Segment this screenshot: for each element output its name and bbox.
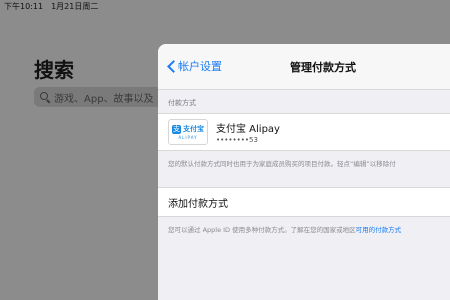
page-title: 管理付款方式 [290, 61, 356, 74]
alipay-icon: 支 支付宝 ALIPAY [168, 119, 208, 145]
search-placeholder: 游戏、App、故事以及 [54, 93, 154, 105]
add-payment-method-button[interactable]: 添加付款方式 [158, 187, 450, 217]
alipay-icon-text: 支付宝 [183, 125, 204, 133]
manage-payment-sheet: 帐户设置 管理付款方式 付款方式 支 支付宝 ALIPAY 支付宝 Alipay… [158, 44, 450, 300]
payment-method-row[interactable]: 支 支付宝 ALIPAY 支付宝 Alipay ••••••••53 [158, 113, 450, 151]
status-date: 1月21日周二 [51, 1, 99, 11]
section-header: 付款方式 [168, 99, 196, 107]
nav-bar: 帐户设置 管理付款方式 [158, 44, 450, 90]
alipay-icon-en: ALIPAY [178, 135, 198, 140]
alipay-mark: 支 [172, 124, 181, 134]
available-payment-methods-link[interactable]: 可用的付款方式 [356, 226, 402, 234]
payment-options-note-text: 您可以通过 Apple ID 使用多种付款方式。了解在您的国家或地区 [168, 226, 356, 234]
status-bar: 下午10:11 1月21日周二 [4, 0, 98, 12]
status-time: 下午10:11 [4, 1, 44, 11]
payment-name: 支付宝 Alipay [216, 124, 280, 135]
default-payment-note: 您的默认付款方式同时也用于为家庭成员购买的项目付款。轻点“编辑”以移除付 [168, 160, 396, 168]
add-payment-label: 添加付款方式 [168, 198, 228, 210]
background-search-field: 游戏、App、故事以及 [34, 87, 174, 107]
payment-masked-number: ••••••••53 [216, 136, 258, 144]
payment-options-note: 您可以通过 Apple ID 使用多种付款方式。了解在您的国家或地区可用的付款方… [158, 217, 450, 234]
background-title: 搜索 [34, 58, 74, 82]
search-icon [40, 92, 50, 102]
